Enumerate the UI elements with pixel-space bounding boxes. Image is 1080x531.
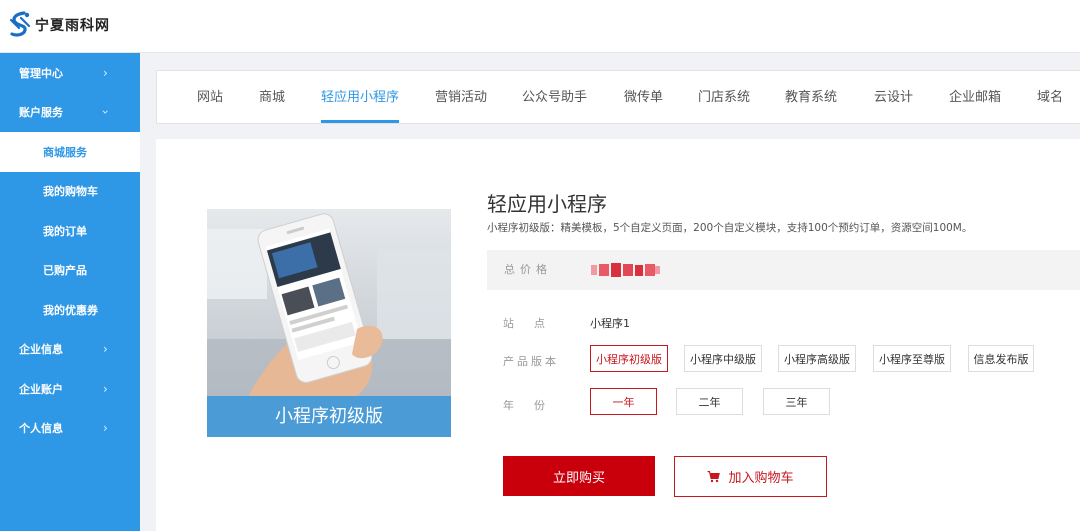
logo-icon [9, 11, 31, 37]
sidebar-item-label: 企业信息 [19, 343, 63, 357]
logo-text: 宁夏雨科网 [35, 18, 110, 34]
version-option-info-publish[interactable]: 信息发布版 [968, 345, 1034, 372]
chevron-right-icon: › [103, 381, 108, 396]
price-label: 总价格 [504, 263, 552, 276]
chevron-right-icon: › [103, 421, 108, 436]
add-to-cart-button[interactable]: 加入购物车 [674, 456, 827, 497]
chevron-right-icon: › [103, 342, 108, 357]
tab-micro-flyer[interactable]: 微传单 [624, 71, 663, 123]
sidebar-item-label: 个人信息 [19, 422, 63, 436]
tab-domain[interactable]: 域名 [1037, 71, 1063, 123]
sidebar-item-label: 商城服务 [43, 145, 87, 159]
product-tabs: 网站 商城 轻应用小程序 营销活动 公众号助手 微传单 门店系统 教育系统 云设… [156, 70, 1080, 124]
sidebar-item-label: 已购产品 [43, 264, 87, 278]
year-option-two[interactable]: 二年 [676, 388, 743, 415]
tab-store-system[interactable]: 门店系统 [698, 71, 750, 123]
chevron-right-icon: › [103, 65, 108, 80]
version-label: 产品版本 [503, 355, 559, 368]
buy-now-button[interactable]: 立即购买 [503, 456, 655, 496]
sidebar-item-company-info[interactable]: 企业信息 › [0, 330, 140, 370]
tab-website[interactable]: 网站 [197, 71, 223, 123]
sidebar-item-cart[interactable]: 我的购物车 [0, 172, 140, 212]
tab-education-system[interactable]: 教育系统 [785, 71, 837, 123]
chevron-down-icon: › [98, 109, 113, 115]
version-option-premium[interactable]: 小程序至尊版 [873, 345, 951, 372]
cart-icon [707, 471, 721, 483]
version-option-intermediate[interactable]: 小程序中级版 [684, 345, 762, 372]
product-panel: 小程序初级版 轻应用小程序 小程序初级版：精美模板，5个自定义页面，200个自定… [156, 139, 1080, 531]
sidebar-item-label: 我的优惠券 [43, 303, 98, 317]
version-option-advanced[interactable]: 小程序高级版 [778, 345, 856, 372]
sidebar-item-label: 账户服务 [19, 106, 63, 120]
logo[interactable]: 宁夏雨科网 [8, 10, 110, 40]
site-value: 小程序1 [590, 317, 630, 330]
version-option-basic[interactable]: 小程序初级版 [590, 345, 668, 372]
sidebar-item-label: 我的购物车 [43, 185, 98, 199]
site-label: 站点 [503, 317, 565, 330]
year-option-three[interactable]: 三年 [763, 388, 830, 415]
sidebar-item-coupons[interactable]: 我的优惠券 [0, 290, 140, 330]
tab-enterprise-mail[interactable]: 企业邮箱 [949, 71, 1001, 123]
sidebar-item-label: 企业账户 [19, 382, 63, 396]
product-image: 小程序初级版 [207, 209, 451, 437]
product-description: 小程序初级版：精美模板，5个自定义页面，200个自定义模块，支持100个预约订单… [487, 222, 973, 234]
top-header: 宁夏雨科网 [0, 0, 1080, 53]
sidebar-item-account-service[interactable]: 账户服务 › [0, 93, 140, 133]
price-row: 总价格 [487, 250, 1080, 290]
add-to-cart-label: 加入购物车 [728, 470, 794, 485]
image-caption: 小程序初级版 [207, 396, 451, 437]
sidebar: 管理中心 › 账户服务 › 商城服务 我的购物车 我的订单 已购产品 我的优惠券… [0, 53, 140, 531]
sidebar-item-label: 管理中心 [19, 66, 63, 80]
product-title: 轻应用小程序 [487, 192, 607, 216]
tab-marketing[interactable]: 营销活动 [435, 71, 487, 123]
tab-mini-program[interactable]: 轻应用小程序 [321, 71, 400, 123]
tab-wechat-assistant[interactable]: 公众号助手 [522, 71, 587, 123]
year-option-one[interactable]: 一年 [590, 388, 657, 415]
sidebar-item-management[interactable]: 管理中心 › [0, 53, 140, 93]
tab-cloud-design[interactable]: 云设计 [874, 71, 913, 123]
year-label: 年份 [503, 399, 565, 412]
sidebar-item-mall-service[interactable]: 商城服务 [0, 132, 140, 172]
tab-mall[interactable]: 商城 [259, 71, 285, 123]
sidebar-item-orders[interactable]: 我的订单 [0, 211, 140, 251]
sidebar-item-label: 我的订单 [43, 224, 87, 238]
sidebar-item-purchased[interactable]: 已购产品 [0, 251, 140, 291]
sidebar-item-personal-info[interactable]: 个人信息 › [0, 409, 140, 449]
sidebar-item-company-account[interactable]: 企业账户 › [0, 369, 140, 409]
price-value-obscured [591, 263, 660, 277]
